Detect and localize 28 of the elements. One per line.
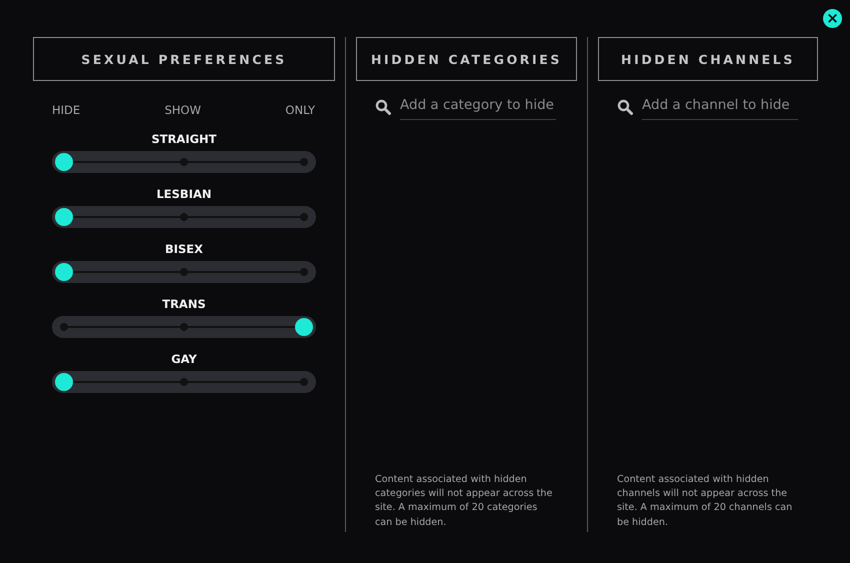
scale-label: SHOW: [164, 103, 201, 117]
section-title: SEXUAL PREFERENCES: [81, 52, 287, 66]
search-icon: [375, 99, 391, 115]
close-button[interactable]: ×: [823, 9, 842, 28]
slider-track[interactable]: [52, 151, 316, 173]
info-text: Content associated with hidden channels will not appear across the site. A maximum of 20 channels can be hidden.: [617, 472, 794, 530]
slider-thumb[interactable]: [55, 153, 73, 171]
slider-track[interactable]: [52, 371, 316, 393]
slider-thumb[interactable]: [55, 208, 73, 226]
slider-thumb[interactable]: [55, 263, 73, 281]
search-icon: [617, 99, 633, 115]
section-title: HIDDEN CATEGORIES: [370, 52, 562, 66]
slider-label: TRANS: [161, 297, 207, 311]
slider-label: GAY: [170, 352, 198, 366]
scale-label: HIDE: [52, 103, 80, 117]
slider-label: STRAIGHT: [150, 132, 218, 146]
slider-label: LESBIAN: [155, 187, 213, 201]
slider-track[interactable]: [52, 206, 316, 228]
scale-label: ONLY: [285, 103, 315, 117]
slider-thumb[interactable]: [295, 318, 313, 336]
section-title: HIDDEN CHANNELS: [621, 52, 795, 66]
slider-track[interactable]: [52, 316, 316, 338]
search-field[interactable]: Add a channel to hide: [642, 97, 798, 120]
search-field[interactable]: Add a category to hide: [400, 97, 556, 120]
info-text: Content associated with hidden categories will not appear across the site. A maximum of 20 categories can be hidden.: [375, 472, 554, 530]
slider-thumb[interactable]: [55, 373, 73, 391]
slider-label: BISEX: [164, 242, 204, 256]
slider-track[interactable]: [52, 261, 316, 283]
